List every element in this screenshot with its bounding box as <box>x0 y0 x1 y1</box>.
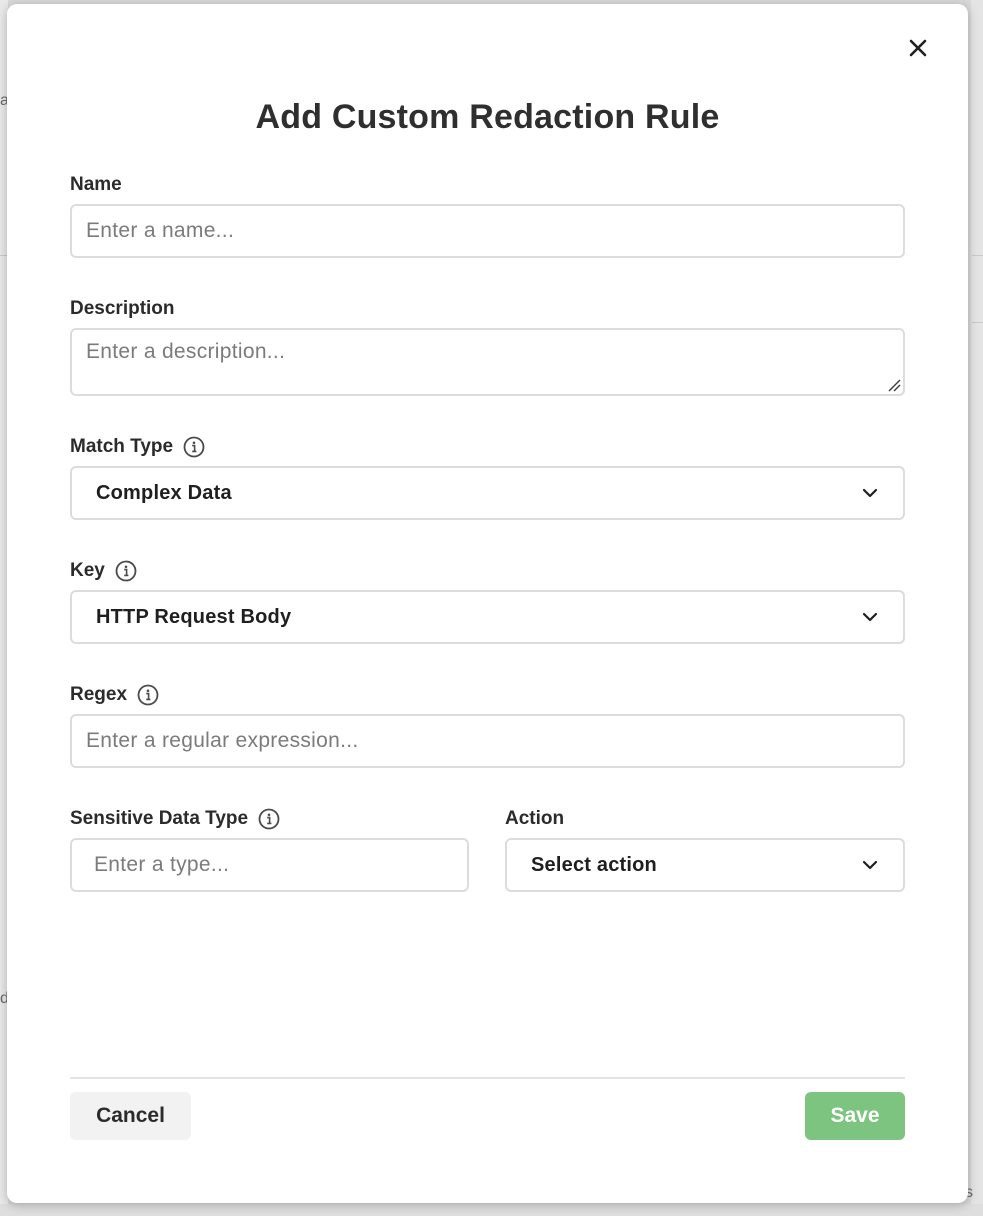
info-icon[interactable] <box>115 560 137 582</box>
name-label-text: Name <box>70 174 122 195</box>
sensitive-data-type-label: Sensitive Data Type <box>70 807 280 831</box>
background-bottom-edge <box>0 1204 983 1216</box>
description-label-text: Description <box>70 298 175 319</box>
modal-title: Add Custom Redaction Rule <box>255 98 720 136</box>
description-field[interactable] <box>70 328 905 396</box>
description-label: Description <box>70 297 175 321</box>
sensitive-data-type-field[interactable] <box>70 838 469 892</box>
info-icon[interactable] <box>258 808 280 830</box>
action-label: Action <box>505 807 564 831</box>
sensitive-data-type-input[interactable] <box>72 840 467 890</box>
info-icon[interactable] <box>183 436 205 458</box>
action-select[interactable]: Select action <box>505 838 905 892</box>
chevron-down-icon <box>862 488 878 498</box>
close-button[interactable] <box>902 32 934 64</box>
background-divider <box>972 322 983 323</box>
match-type-label-text: Match Type <box>70 436 174 457</box>
regex-label: Regex <box>70 683 159 707</box>
sensitive-data-type-label-text: Sensitive Data Type <box>70 808 249 829</box>
key-value: HTTP Request Body <box>96 605 292 628</box>
close-icon <box>909 39 927 57</box>
regex-field[interactable] <box>70 714 905 768</box>
regex-label-text: Regex <box>70 684 128 705</box>
save-button[interactable]: Save <box>805 1092 905 1140</box>
info-icon[interactable] <box>137 684 159 706</box>
match-type-value: Complex Data <box>96 481 232 504</box>
regex-input[interactable] <box>72 716 903 766</box>
background-right-edge <box>971 0 983 1216</box>
action-value: Select action <box>531 853 657 876</box>
action-label-text: Action <box>505 808 565 829</box>
key-label-text: Key <box>70 560 105 581</box>
name-field[interactable] <box>70 204 905 258</box>
key-select[interactable]: HTTP Request Body <box>70 590 905 644</box>
match-type-select[interactable]: Complex Data <box>70 466 905 520</box>
name-label: Name <box>70 173 122 197</box>
name-input[interactable] <box>72 206 903 256</box>
key-label: Key <box>70 559 137 583</box>
add-custom-redaction-rule-modal: Add Custom Redaction Rule Name Descripti… <box>7 4 968 1203</box>
description-textarea[interactable] <box>72 330 903 394</box>
footer-divider <box>70 1077 905 1079</box>
match-type-label: Match Type <box>70 435 205 459</box>
chevron-down-icon <box>862 860 878 870</box>
chevron-down-icon <box>862 612 878 622</box>
cancel-button[interactable]: Cancel <box>70 1092 191 1140</box>
resize-handle-icon[interactable] <box>887 378 901 392</box>
background-divider <box>972 255 983 256</box>
